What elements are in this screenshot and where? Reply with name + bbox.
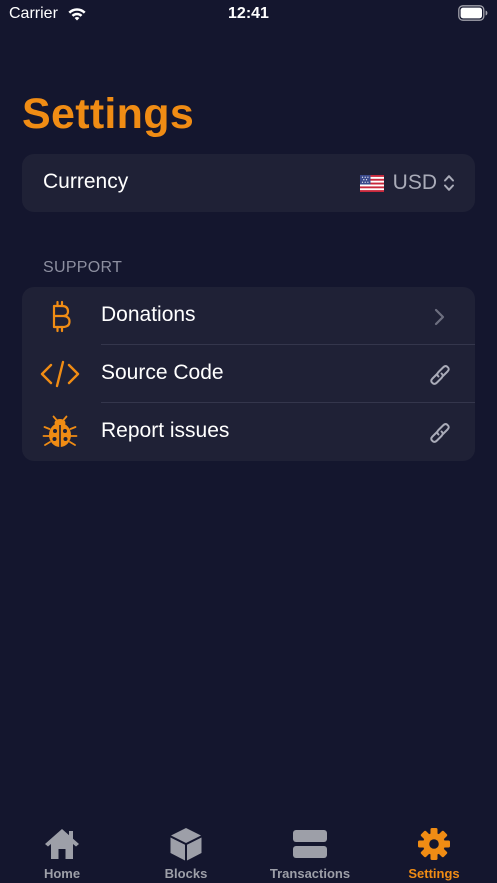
code-icon: [40, 360, 80, 388]
report-issues-row[interactable]: Report issues: [22, 403, 475, 461]
house-icon: [45, 829, 79, 859]
currency-row[interactable]: Currency USD: [22, 154, 475, 212]
status-bar: Carrier 12:41: [0, 0, 497, 30]
settings-screen: Carrier 12:41 Settings Currency USD SUPP…: [0, 0, 497, 883]
chevron-up-down-icon: [444, 175, 454, 191]
link-icon: [430, 423, 450, 443]
tab-settings[interactable]: Settings: [372, 821, 496, 883]
status-time: 12:41: [228, 5, 269, 22]
source-code-row[interactable]: Source Code: [22, 345, 475, 403]
support-list: Donations Source Code Report issues: [22, 287, 475, 461]
donations-label: Donations: [101, 303, 196, 326]
battery-icon: [458, 5, 488, 21]
tab-transactions[interactable]: Transactions: [248, 821, 372, 883]
tab-blocks[interactable]: Blocks: [124, 821, 248, 883]
currency-picker[interactable]: USD: [359, 169, 455, 197]
cube-icon: [170, 828, 202, 861]
page-title: Settings: [22, 90, 195, 138]
source-code-label: Source Code: [101, 361, 224, 384]
donations-row[interactable]: Donations: [22, 287, 475, 345]
tab-blocks-label: Blocks: [164, 866, 208, 881]
currency-value: USD: [392, 171, 437, 194]
us-flag-icon: [359, 174, 384, 192]
currency-label: Currency: [43, 170, 129, 193]
tab-home[interactable]: Home: [0, 821, 124, 883]
bitcoin-icon: [52, 300, 71, 333]
gear-icon: [418, 828, 450, 860]
tab-settings-label: Settings: [408, 866, 460, 881]
ladybug-icon: [42, 415, 78, 447]
tab-bar: Home Blocks Transactions Settings: [0, 821, 497, 883]
link-icon: [430, 365, 450, 385]
tab-home-label: Home: [43, 866, 81, 881]
list-rows-icon: [293, 830, 327, 858]
tab-transactions-label: Transactions: [269, 866, 351, 881]
support-section-header: SUPPORT: [43, 259, 123, 276]
report-issues-label: Report issues: [101, 419, 230, 442]
chevron-right-icon: [434, 308, 445, 326]
